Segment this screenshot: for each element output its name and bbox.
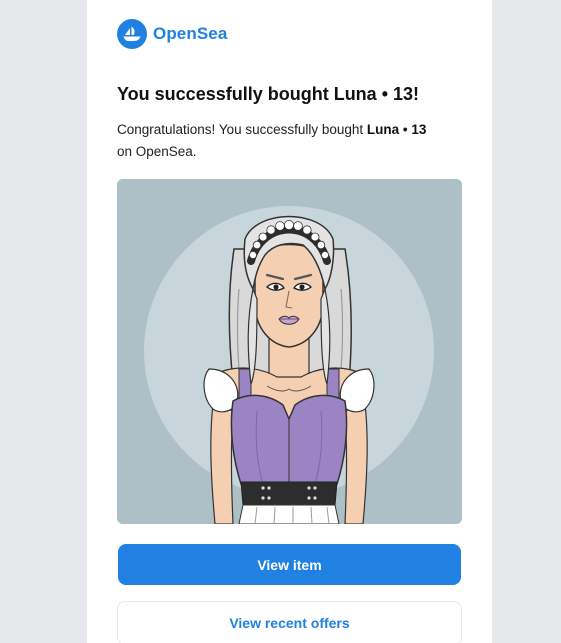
brand-name: OpenSea (153, 24, 228, 43)
view-item-button[interactable]: View item (118, 544, 461, 585)
view-recent-offers-button[interactable]: View recent offers (117, 601, 462, 643)
purchase-title: You successfully bought Luna • 13! (117, 84, 420, 104)
opensea-logo[interactable]: OpenSea (117, 18, 227, 50)
purchase-message: Congratulations! You successfully bought… (117, 119, 447, 163)
item-name: Luna • 13 (366, 122, 427, 137)
message-outro: on OpenSea. (117, 144, 197, 159)
opensea-ship-icon (117, 19, 147, 49)
nft-image[interactable] (117, 179, 462, 524)
nft-portrait-illustration (117, 179, 462, 524)
message-intro: Congratulations! You successfully bought (117, 122, 367, 137)
email-card: OpenSea You successfully bought Luna • 1… (87, 0, 492, 643)
